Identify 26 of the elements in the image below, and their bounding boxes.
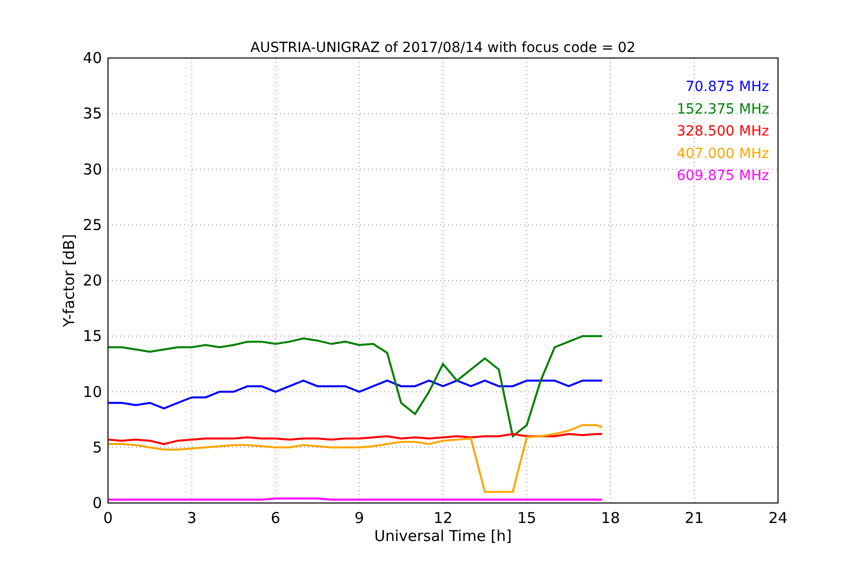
legend-label: 152.375 MHz [676,101,769,118]
x-axis-label: Universal Time [h] [374,527,512,545]
y-tick-label: 40 [82,49,102,67]
legend-label: 70.875 MHz [686,79,769,95]
y-axis-label: Y-factor [dB] [60,234,78,328]
chart-title: AUSTRIA-UNIGRAZ of 2017/08/14 with focus code = 02 [250,40,636,56]
y-tick-label: 35 [82,104,102,123]
x-tick-label: 6 [270,509,280,527]
legend-label: 328.500 MHz [676,124,769,140]
x-tick-label: 15 [517,509,536,527]
x-tick-label: 21 [684,509,704,527]
y-tick-label: 20 [82,272,102,290]
y-tick-label: 5 [92,438,102,456]
x-tick-label: 24 [768,509,788,527]
y-tick-label: 0 [92,494,102,512]
x-tick-label: 0 [103,509,113,527]
y-tick-label: 25 [82,216,102,234]
y-tick-label: 15 [82,327,102,346]
y-tick-label: 30 [82,160,102,178]
x-tick-label: 3 [186,509,197,527]
legend-label: 609.875 MHz [676,168,769,184]
y-tick-label: 10 [82,382,102,401]
x-tick-label: 18 [600,509,620,527]
legend-label: 407.000 MHz [676,146,769,162]
x-tick-label: 12 [433,509,453,527]
x-tick-label: 9 [354,509,364,527]
